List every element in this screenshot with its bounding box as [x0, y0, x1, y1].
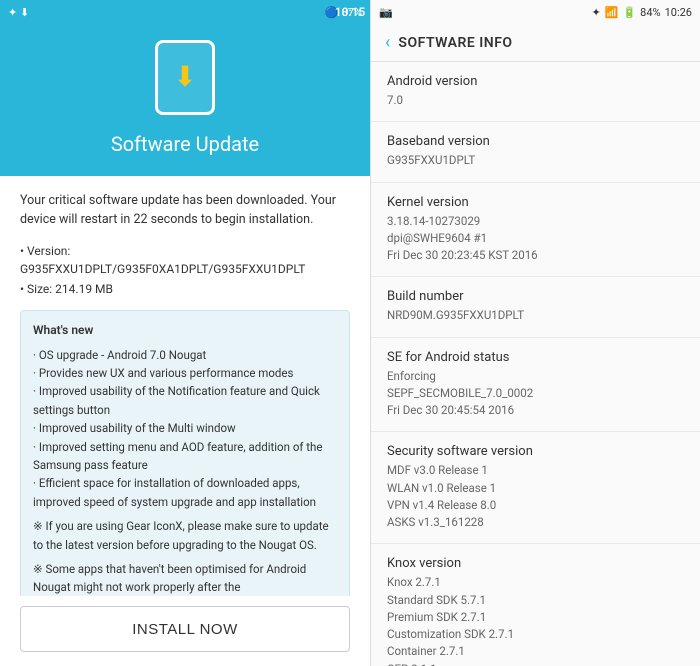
knox-value: Knox 2.7.1 Standard SDK 5.7.1 Premium SD…: [387, 574, 684, 666]
version-line-1: • Version: G935FXXU1DPLT/G935F0XA1DPLT/G…: [20, 242, 350, 278]
se-android-label: SE for Android status: [387, 350, 684, 365]
baseband-value: G935FXXU1DPLT: [387, 152, 684, 169]
whats-new-title: What's new: [33, 321, 337, 340]
software-info-title: SOFTWARE INFO: [398, 35, 512, 51]
whats-new-item-4: · Improved setting menu and AOD feature,…: [33, 438, 337, 475]
left-status-bar: ✦ ⬇ 10:15 🔵 87%: [0, 0, 370, 24]
whats-new-item-9: ※ Some apps that haven't been optimised …: [33, 560, 337, 596]
knox-label: Knox version: [387, 556, 684, 571]
info-row-knox: Knox version Knox 2.7.1 Standard SDK 5.7…: [371, 544, 700, 666]
version-line-2: • Size: 214.19 MB: [20, 280, 350, 298]
hero-area: ⬇ Software Update: [0, 24, 370, 176]
software-info-content: Android version 7.0 Baseband version G93…: [371, 62, 700, 666]
build-value: NRD90M.G935FXXU1DPLT: [387, 307, 684, 324]
whats-new-item-0: · OS upgrade - Android 7.0 Nougat: [33, 346, 337, 364]
info-row-build: Build number NRD90M.G935FXXU1DPLT: [371, 277, 700, 337]
build-label: Build number: [387, 289, 684, 304]
left-content: Your critical software update has been d…: [0, 176, 370, 596]
right-signal-icon: 📶: [605, 6, 619, 19]
left-time: 10:15: [335, 5, 365, 19]
security-software-label: Security software version: [387, 444, 684, 459]
whats-new-item-2: · Improved usability of the Notification…: [33, 382, 337, 419]
kernel-value: 3.18.14-10273029 dpi@SWHE9604 #1 Fri Dec…: [387, 213, 684, 265]
left-status-icons-left: ✦ ⬇: [8, 6, 29, 19]
left-status-center: 10:15: [335, 5, 365, 19]
whats-new-item-1: · Provides new UX and various performanc…: [33, 364, 337, 382]
info-row-kernel: Kernel version 3.18.14-10273029 dpi@SWHE…: [371, 183, 700, 278]
kernel-label: Kernel version: [387, 195, 684, 210]
hero-title: Software Update: [111, 132, 259, 156]
notification-icons: ✦ ⬇: [8, 6, 29, 19]
right-panel: 📷 ✦ 📶 🔋 84% 10:26 ‹ SOFTWARE INFO Androi…: [370, 0, 700, 666]
right-status-right-group: ✦ 📶 🔋 84% 10:26: [592, 6, 692, 19]
install-button-area: INSTALL NOW: [0, 596, 370, 666]
android-version-label: Android version: [387, 74, 684, 89]
right-battery-percent: 84%: [640, 6, 660, 19]
info-row-android-version: Android version 7.0: [371, 62, 700, 122]
right-time: 10:26: [665, 6, 692, 19]
info-row-se-android: SE for Android status Enforcing SEPF_SEC…: [371, 338, 700, 433]
right-header: ‹ SOFTWARE INFO: [371, 24, 700, 62]
right-notification-icon: 📷: [379, 6, 393, 19]
back-button[interactable]: ‹: [385, 32, 390, 53]
left-panel: ✦ ⬇ 10:15 🔵 87% ⬇ Software Update Your c…: [0, 0, 370, 666]
info-row-security-software: Security software version MDF v3.0 Relea…: [371, 432, 700, 544]
se-android-value: Enforcing SEPF_SECMOBILE_7.0_0002 Fri De…: [387, 368, 684, 420]
phone-icon: ⬇: [150, 40, 220, 120]
whats-new-item-7: ※ If you are using Gear IconX, please ma…: [33, 517, 337, 554]
right-status-left-icons: 📷: [379, 6, 393, 19]
update-description: Your critical software update has been d…: [20, 192, 350, 230]
security-software-value: MDF v3.0 Release 1 WLAN v1.0 Release 1 V…: [387, 462, 684, 531]
baseband-label: Baseband version: [387, 134, 684, 149]
info-row-baseband: Baseband version G935FXXU1DPLT: [371, 122, 700, 182]
right-bluetooth-icon: ✦: [592, 6, 601, 19]
whats-new-item-3: · Improved usability of the Multi window: [33, 419, 337, 437]
right-status-bar: 📷 ✦ 📶 🔋 84% 10:26: [371, 0, 700, 24]
install-now-button[interactable]: INSTALL NOW: [20, 606, 350, 652]
android-version-value: 7.0: [387, 92, 684, 109]
whats-new-item-5: · Efficient space for installation of do…: [33, 474, 337, 511]
right-battery-icon: 🔋: [622, 6, 636, 19]
version-info: • Version: G935FXXU1DPLT/G935F0XA1DPLT/G…: [20, 242, 350, 298]
download-arrow-icon: ⬇: [173, 60, 196, 93]
whats-new-box: What's new · OS upgrade - Android 7.0 No…: [20, 310, 350, 597]
